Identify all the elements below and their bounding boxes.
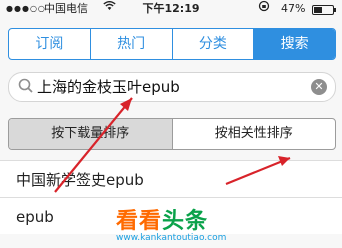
search-bar: ✕ <box>8 72 336 102</box>
watermark-logo: 看看头条 <box>116 209 209 234</box>
tab-popular[interactable]: 热门 <box>89 29 172 59</box>
tab-categories[interactable]: 分类 <box>171 29 254 59</box>
watermark: 看看头条 www.kankantoutiao.com <box>116 203 256 247</box>
battery-icon <box>312 5 336 15</box>
rotation-lock-icon <box>258 0 270 19</box>
top-tab-bar: 订阅 热门 分类 搜索 <box>8 28 336 60</box>
watermark-url: www.kankantoutiao.com <box>116 233 227 243</box>
battery-percent: 47% <box>281 2 306 15</box>
tab-search[interactable]: 搜索 <box>253 29 335 59</box>
list-item[interactable]: 中国新学签史epub <box>0 160 342 197</box>
tab-subscribe[interactable]: 订阅 <box>9 29 90 59</box>
sort-by-relevance[interactable]: 按相关性排序 <box>171 119 336 149</box>
search-icon <box>17 77 35 95</box>
sort-segmented-control: 按下载量排序 按相关性排序 <box>8 118 336 150</box>
sort-by-downloads[interactable]: 按下载量排序 <box>9 119 172 149</box>
status-bar: ●●●○○ 中国电信 下午12:19 47% <box>0 0 342 18</box>
search-input[interactable] <box>37 75 305 97</box>
clear-icon[interactable]: ✕ <box>311 79 327 95</box>
